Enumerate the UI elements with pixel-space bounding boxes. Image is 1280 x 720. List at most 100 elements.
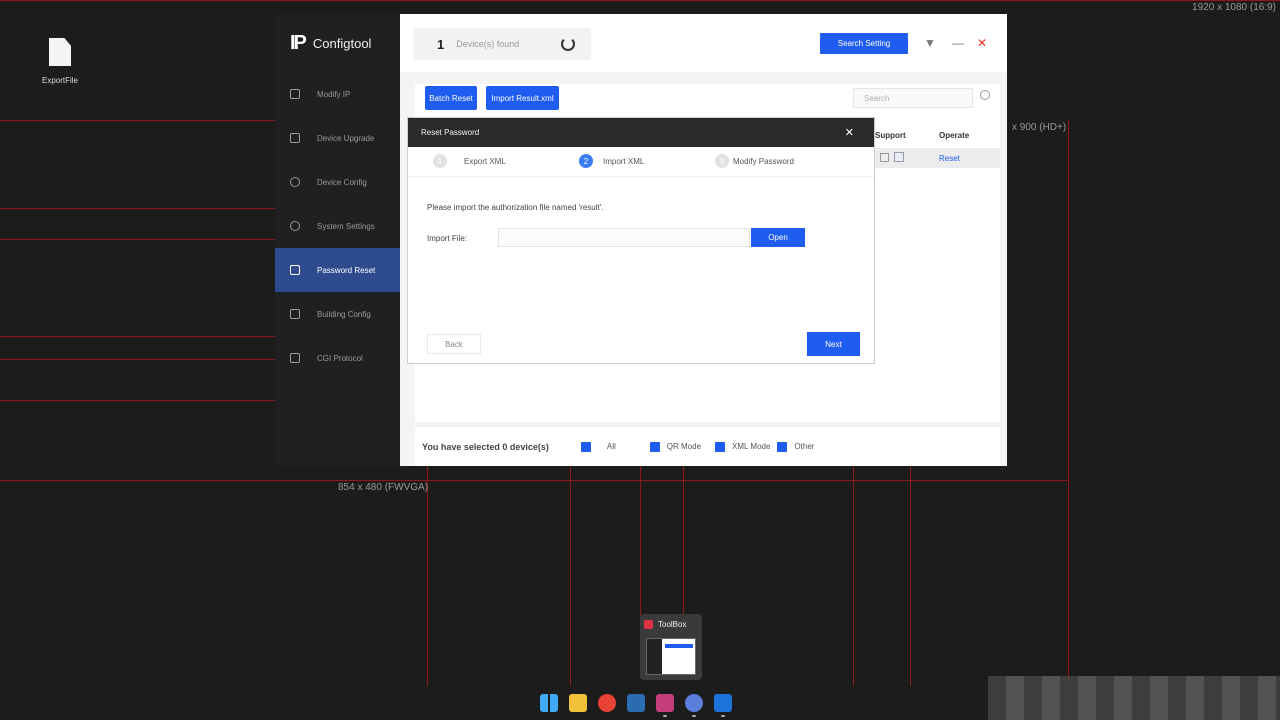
sidebar-item-label: System Settings	[317, 221, 375, 231]
qr-icon	[880, 153, 889, 162]
minimize-icon[interactable]: —	[952, 36, 964, 50]
filter-label: QR Mode	[666, 442, 702, 451]
resolution-guide-line	[683, 466, 684, 616]
step-number: 1	[433, 154, 447, 168]
resolution-guide-line	[427, 466, 428, 686]
resolution-guide-line	[0, 359, 275, 360]
device-count: 1	[437, 36, 445, 52]
cgi-icon	[290, 353, 300, 363]
resolution-guide-line	[1068, 120, 1069, 680]
resolution-guide-line	[0, 120, 275, 121]
import-result-button[interactable]: Import Result.xml	[486, 86, 559, 110]
desktop-file-export[interactable]: ExportFile	[38, 38, 82, 88]
brand-name: Configtool	[312, 35, 372, 51]
resolution-guide-line	[910, 466, 911, 686]
lock-icon	[290, 265, 300, 275]
search-setting-button[interactable]: Search Setting	[820, 33, 908, 54]
brand-logo-icon: IP	[290, 31, 307, 54]
close-icon[interactable]: ✕	[845, 126, 854, 139]
desktop-file-label: ExportFile	[41, 76, 78, 85]
resolution-guide-line	[0, 400, 275, 401]
config-icon	[290, 177, 300, 187]
device-found-box: 1 Device(s) found	[413, 28, 591, 60]
sidebar-item-device-config[interactable]: Device Config	[275, 160, 400, 204]
xml-icon	[894, 152, 904, 162]
dialog-title: Reset Password	[421, 128, 480, 137]
configtool-taskbar-icon[interactable]	[685, 694, 703, 717]
upgrade-icon	[290, 133, 300, 143]
sidebar-item-device-upgrade[interactable]: Device Upgrade	[275, 116, 400, 160]
selection-bar: You have selected 0 device(s) All QR Mod…	[415, 426, 1000, 466]
sidebar-item-building-config[interactable]: Building Config	[275, 292, 400, 336]
filter-label: All	[606, 442, 616, 451]
column-header-support: Support	[875, 131, 906, 140]
step-indicator: 1 Export XML 2 Import XML 3 Modify Passw…	[408, 147, 874, 177]
topbar: 1 Device(s) found Search Setting ▼ — ✕	[400, 14, 1007, 72]
toolbox-icon	[644, 620, 653, 629]
sidebar-item-modify-ip[interactable]: Modify IP	[275, 72, 400, 116]
sidebar-item-system-settings[interactable]: System Settings	[275, 204, 400, 248]
blurred-tray	[988, 676, 1280, 720]
sidebar-item-password-reset[interactable]: Password Reset	[275, 248, 400, 292]
resolution-guide-line	[853, 466, 854, 686]
settings-icon	[290, 221, 300, 231]
column-header-operate: Operate	[939, 131, 970, 140]
step-label: Export XML	[464, 157, 506, 166]
resolution-guide-line	[0, 0, 1280, 1]
resolution-guide-line	[570, 466, 571, 686]
resolution-label: x 900 (HD+)	[1012, 122, 1067, 133]
resolution-guide-line	[640, 466, 641, 616]
file-explorer-icon[interactable]	[569, 694, 587, 712]
filter-xml-checkbox[interactable]	[715, 441, 726, 452]
reset-link[interactable]: Reset	[939, 154, 960, 163]
reset-password-dialog: Reset Password ✕ 1 Export XML 2 Import X…	[408, 118, 874, 363]
close-icon[interactable]: ✕	[977, 36, 987, 50]
preview-thumbnail[interactable]	[646, 638, 696, 675]
taskbar	[540, 694, 732, 717]
next-button[interactable]: Next	[807, 332, 860, 356]
import-file-field[interactable]	[498, 228, 750, 247]
dialog-header: Reset Password ✕	[408, 118, 874, 147]
snipping-tool-icon[interactable]	[627, 694, 645, 712]
taskbar-preview[interactable]: ToolBox	[640, 614, 702, 680]
brand: IP Configtool	[275, 14, 400, 72]
outlook-icon[interactable]	[714, 694, 732, 717]
sidebar-item-label: Modify IP	[317, 89, 351, 99]
filter-label: XML Mode	[732, 442, 771, 451]
modify-ip-icon	[290, 89, 300, 99]
sidebar-item-label: Password Reset	[317, 265, 376, 275]
chrome-icon[interactable]	[598, 694, 616, 712]
open-button[interactable]: Open	[751, 228, 805, 247]
preview-title: ToolBox	[658, 620, 687, 629]
file-icon	[49, 38, 71, 66]
sidebar: IP Configtool Modify IP Device Upgrade D…	[275, 14, 400, 466]
filter-label: Other	[794, 442, 815, 451]
resolution-label: 1920 x 1080 (16:9)	[1192, 2, 1276, 13]
refresh-icon[interactable]	[561, 37, 575, 51]
batch-reset-button[interactable]: Batch Reset	[425, 86, 477, 110]
search-icon[interactable]	[980, 90, 990, 100]
sidebar-item-label: Device Config	[317, 177, 367, 187]
filter-other-checkbox[interactable]	[777, 441, 788, 452]
resolution-guide-line	[0, 480, 1068, 481]
resolution-guide-line	[0, 336, 275, 337]
windows-start-icon[interactable]	[540, 694, 558, 712]
import-file-label: Import File:	[427, 234, 468, 243]
back-button[interactable]: Back	[427, 334, 481, 354]
device-found-text: Device(s) found	[456, 39, 520, 49]
sidebar-item-label: CGI Protocol	[317, 353, 363, 363]
filter-icon[interactable]: ▼	[924, 36, 936, 50]
resolution-label: 854 x 480 (FWVGA)	[338, 482, 429, 493]
filter-qr-checkbox[interactable]	[649, 441, 660, 452]
filter-all-checkbox[interactable]	[580, 441, 591, 452]
sidebar-item-label: Device Upgrade	[317, 133, 375, 143]
step-label: Modify Password	[733, 157, 794, 166]
step-number: 3	[715, 154, 729, 168]
sidebar-item-cgi-protocol[interactable]: CGI Protocol	[275, 336, 400, 380]
search-input[interactable]: Search	[853, 88, 973, 108]
dialog-hint: Please import the authorization file nam…	[427, 203, 604, 212]
resolution-guide-line	[0, 208, 275, 209]
table-row[interactable]: Reset	[875, 148, 1000, 168]
toolbox-taskbar-icon[interactable]	[656, 694, 674, 717]
building-icon	[290, 309, 300, 319]
